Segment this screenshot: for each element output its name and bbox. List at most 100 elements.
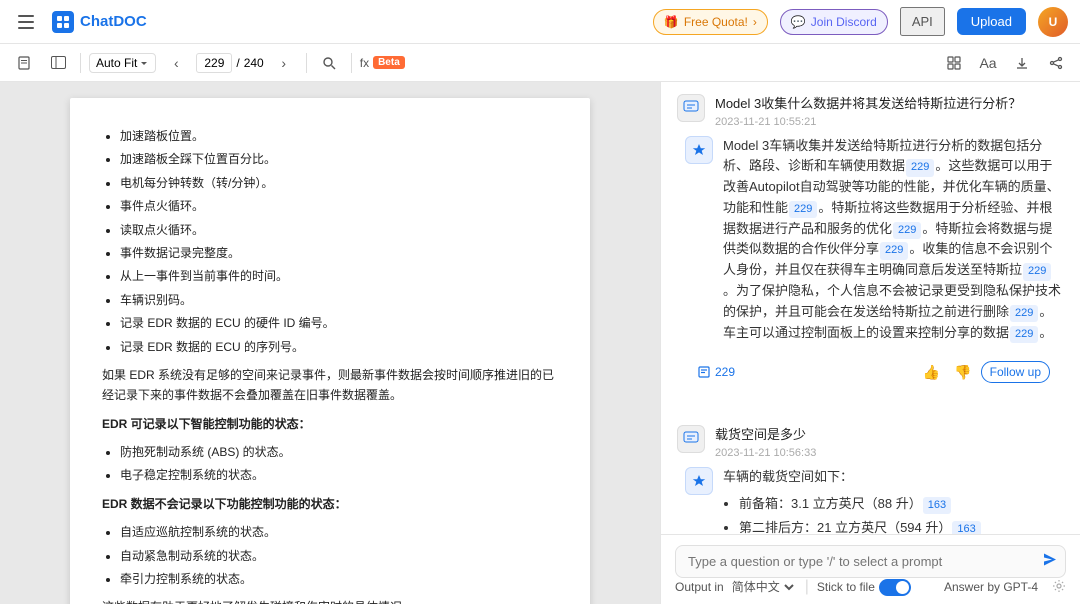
stick-switch[interactable] [879, 579, 911, 596]
list-item: 电机每分钟转数（转/分钟）。 [120, 173, 558, 193]
share-button[interactable] [1042, 49, 1070, 77]
thumbs-btns-1: 👍 👎 Follow up [918, 361, 1050, 383]
chat-messages: Model 3收集什么数据并将其发送给特斯拉进行分析？ 2023-11-21 1… [661, 82, 1080, 534]
question-icon-1 [677, 94, 705, 122]
pdf-edr-status-list: 防抱死制动系统 (ABS) 的状态。 电子稳定控制系统的状态。 [120, 442, 558, 486]
question-time-1: 2023-11-21 10:55:21 [715, 116, 1064, 128]
followup-button-1[interactable]: Follow up [981, 361, 1050, 383]
list-item: 电子稳定控制系统的状态。 [120, 465, 558, 485]
logo-icon [52, 11, 74, 33]
toggle-knob [896, 581, 909, 594]
chat-answer-1: Model 3车辆收集并发送给特斯拉进行分析的数据包括分析、路段、诊断和车辆使用… [677, 136, 1064, 350]
list-item: 加速踏板全踩下位置百分比。 [120, 149, 558, 169]
sidebar-toggle-button[interactable] [44, 49, 72, 77]
gift-icon: 🎁 [664, 15, 679, 29]
toolbar-sep-2 [306, 53, 307, 73]
question-content-2: 载货空间是多少 2023-11-21 10:56:33 [715, 425, 1064, 459]
pdf-page-227: 加速踏板位置。 加速踏板全踩下位置百分比。 电机每分钟转数（转/分钟）。 事件点… [70, 98, 590, 604]
user-avatar[interactable]: U [1038, 7, 1068, 37]
answer-icon-2 [685, 467, 713, 495]
pdf-para-edr: 如果 EDR 系统没有足够的空间来记录事件，则最新事件数据会按时间顺序推进旧的已… [102, 365, 558, 406]
free-quota-button[interactable]: 🎁 Free Quota! › [653, 9, 768, 35]
thumbup-button-1[interactable]: 👍 [918, 361, 945, 383]
next-page-button[interactable]: › [270, 49, 298, 77]
answer-content-2: 车辆的载货空间如下： 前备箱：3.1 立方英尺（88 升）163 第二排后方：2… [723, 467, 1064, 534]
toolbar-right: Aa [940, 49, 1070, 77]
page-input[interactable]: 229 [196, 53, 232, 73]
thumbdown-button-1[interactable]: 👎 [949, 361, 976, 383]
layout-button[interactable]: Aa [974, 49, 1002, 77]
prev-page-button[interactable]: ‹ [162, 49, 190, 77]
logo: ChatDOC [52, 11, 147, 33]
pdf-edr-no-title: EDR 数据不会记录以下功能控制功能的状态： [102, 494, 558, 514]
gpt-label-text: Answer by GPT-4 [944, 580, 1038, 594]
api-button[interactable]: API [900, 7, 945, 36]
chat-question-1: Model 3收集什么数据并将其发送给特斯拉进行分析？ 2023-11-21 1… [677, 94, 1064, 128]
new-doc-button[interactable] [10, 49, 38, 77]
answer-text-1: Model 3车辆收集并发送给特斯拉进行分析的数据包括分析、路段、诊断和车辆使用… [723, 136, 1064, 344]
beta-badge: Beta [373, 56, 405, 69]
chevron-down-icon: › [753, 15, 757, 29]
chat-panel: Model 3收集什么数据并将其发送给特斯拉进行分析？ 2023-11-21 1… [660, 82, 1080, 604]
answer-content-1: Model 3车辆收集并发送给特斯拉进行分析的数据包括分析、路段、诊断和车辆使用… [723, 136, 1064, 350]
logo-text: ChatDOC [80, 13, 147, 30]
page-indicator: 229 / 240 [196, 53, 263, 73]
chat-footer-1: 229 👍 👎 Follow up [677, 357, 1064, 385]
gpt-label: Answer by GPT-4 [944, 580, 1038, 594]
output-label: Output in [675, 580, 724, 594]
zoom-label: Auto Fit [96, 56, 137, 70]
main-content: 加速踏板位置。 加速踏板全踩下位置百分比。 电机每分钟转数（转/分钟）。 事件点… [0, 82, 1080, 604]
zoom-selector[interactable]: Auto Fit [89, 53, 156, 73]
discord-label: Join Discord [811, 15, 877, 29]
list-item: 自适应巡航控制系统的状态。 [120, 522, 558, 542]
question-text-2: 载货空间是多少 [715, 425, 1064, 445]
upload-button[interactable]: Upload [957, 8, 1026, 35]
fx-indicator: fx Beta [360, 56, 405, 70]
toolbar-sep-3 [351, 53, 352, 73]
list-item: 记录 EDR 数据的 ECU 的硬件 ID 编号。 [120, 313, 558, 333]
pdf-panel[interactable]: 加速踏板位置。 加速踏板全踩下位置百分比。 电机每分钟转数（转/分钟）。 事件点… [0, 82, 660, 604]
list-item: 从上一事件到当前事件的时间。 [120, 266, 558, 286]
list-item: 防抱死制动系统 (ABS) 的状态。 [120, 442, 558, 462]
question-icon-2 [677, 425, 705, 453]
language-select[interactable]: 简体中文 English [728, 579, 797, 595]
pdf-items-list: 加速踏板位置。 加速踏板全踩下位置百分比。 电机每分钟转数（转/分钟）。 事件点… [120, 126, 558, 357]
page-total: 240 [244, 56, 264, 70]
list-item: 牵引力控制系统的状态。 [120, 569, 558, 589]
answer-text-2: 车辆的载货空间如下： 前备箱：3.1 立方英尺（88 升）163 第二排后方：2… [723, 467, 1064, 534]
ref-tag[interactable]: 229 [906, 159, 934, 177]
list-item: 车辆识别码。 [120, 290, 558, 310]
chat-answer-2: 车辆的载货空间如下： 前备箱：3.1 立方英尺（88 升）163 第二排后方：2… [677, 467, 1064, 534]
chat-input-area: Output in 简体中文 English | Stick to file A… [661, 534, 1080, 604]
list-item: 记录 EDR 数据的 ECU 的序列号。 [120, 337, 558, 357]
question-text-1: Model 3收集什么数据并将其发送给特斯拉进行分析？ [715, 94, 1064, 114]
settings-icon-btn[interactable] [1052, 579, 1066, 596]
menu-icon[interactable] [12, 8, 40, 36]
pdf-edr-no-list: 自适应巡航控制系统的状态。 自动紧急制动系统的状态。 牵引力控制系统的状态。 [120, 522, 558, 589]
join-discord-button[interactable]: 💬 Join Discord [780, 9, 888, 35]
search-button[interactable] [315, 49, 343, 77]
list-item: 事件点火循环。 [120, 196, 558, 216]
pdf-edr-status-title: EDR 可记录以下智能控制功能的状态： [102, 414, 558, 434]
chat-sep: | [805, 578, 809, 596]
chat-input-bottom: Output in 简体中文 English | Stick to file A… [675, 578, 1066, 596]
discord-icon: 💬 [791, 15, 806, 29]
toolbar: Auto Fit ‹ 229 / 240 › fx Beta Aa [0, 44, 1080, 82]
stick-to-file-toggle: Stick to file [817, 579, 911, 596]
citation-button-1[interactable]: 229 [691, 362, 741, 382]
download-button[interactable] [1008, 49, 1036, 77]
chat-input[interactable] [675, 545, 1066, 578]
top-nav: ChatDOC 🎁 Free Quota! › 💬 Join Discord A… [0, 0, 1080, 44]
text-view-button[interactable] [940, 49, 968, 77]
quota-label: Free Quota! [684, 15, 748, 29]
pdf-para-summary: 这些数据有助于更好地了解发生碰撞和伤害时的具体情况。 [102, 597, 558, 604]
toolbar-sep-1 [80, 53, 81, 73]
list-item: 加速踏板位置。 [120, 126, 558, 146]
chat-qa-1: Model 3收集什么数据并将其发送给特斯拉进行分析？ 2023-11-21 1… [677, 94, 1064, 385]
list-item: 自动紧急制动系统的状态。 [120, 546, 558, 566]
list-item: 读取点火循环。 [120, 220, 558, 240]
list-item: 事件数据记录完整度。 [120, 243, 558, 263]
chat-qa-2: 载货空间是多少 2023-11-21 10:56:33 车辆的载货空间如下： 前… [677, 425, 1064, 534]
chat-question-2: 载货空间是多少 2023-11-21 10:56:33 [677, 425, 1064, 459]
chat-send-button[interactable] [1042, 551, 1058, 572]
